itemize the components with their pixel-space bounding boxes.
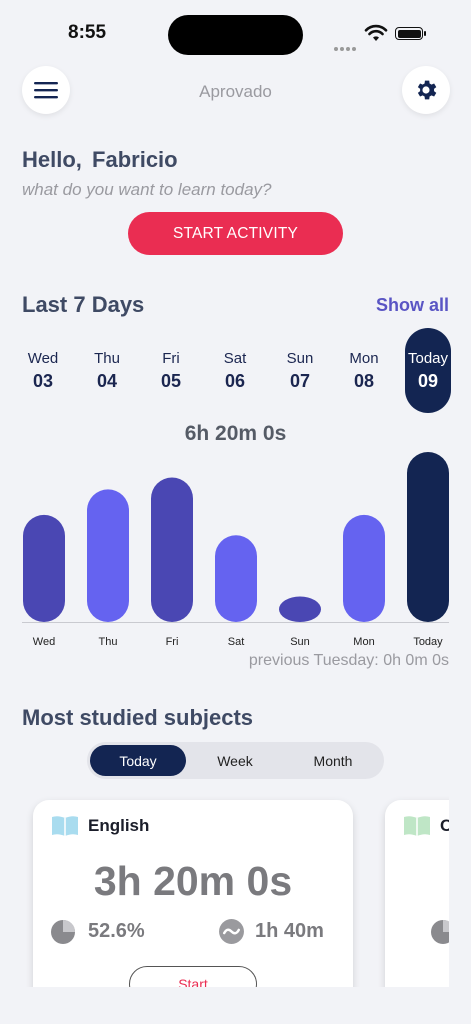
subject-name: English	[88, 816, 150, 835]
bar-sun	[279, 596, 321, 622]
user-name: Fabricio	[92, 147, 178, 172]
chart-baseline	[22, 622, 449, 623]
bar-mon	[343, 514, 385, 622]
day-name: Fri	[162, 350, 180, 367]
day-sat[interactable]: Sat 06	[212, 340, 258, 410]
pie-chart-icon	[51, 920, 75, 944]
book-icon	[404, 816, 430, 836]
day-name: Mon	[349, 350, 379, 367]
tick-label-mon: Mon	[353, 636, 374, 648]
greeting-hello: Hello,	[22, 147, 82, 172]
day-wed[interactable]: Wed 03	[20, 340, 66, 410]
show-all-link[interactable]: Show all	[376, 295, 449, 316]
settings-button[interactable]	[402, 66, 450, 114]
bar-sat	[215, 535, 257, 622]
day-date: 03	[32, 371, 54, 391]
tick-label-fri: Fri	[166, 636, 179, 648]
tick-label-sun: Sun	[290, 636, 310, 648]
period-segmented-control: Today Week Month	[87, 742, 384, 779]
day-today[interactable]: Today 09	[405, 328, 451, 413]
last-7-days-title: Last 7 Days	[22, 292, 145, 317]
subject-percentage: 52.6%	[88, 920, 145, 942]
most-studied-title: Most studied subjects	[22, 705, 254, 730]
tick-label-wed: Wed	[33, 636, 55, 648]
tab-today[interactable]: Today	[90, 745, 186, 776]
gear-icon	[417, 80, 437, 100]
subject-start-button[interactable]: Start	[129, 966, 257, 987]
bar-fri	[151, 477, 193, 622]
day-date: 08	[353, 371, 375, 391]
average-icon	[219, 919, 244, 944]
subject-cards-carousel: English 3h 20m 0s 52.6% 1h 40m Start C	[0, 790, 449, 987]
day-name: Thu	[94, 350, 120, 367]
cellular-signal-icon	[334, 38, 358, 51]
tick-label-thu: Thu	[99, 636, 118, 648]
day-fri[interactable]: Fri 05	[148, 340, 194, 410]
subject-card-next[interactable]: C	[385, 800, 449, 987]
subject-card-english[interactable]: English 3h 20m 0s 52.6% 1h 40m Start	[33, 800, 353, 987]
day-name: Sun	[286, 350, 314, 367]
bottom-area	[0, 987, 471, 1024]
subject-average: 1h 40m	[255, 920, 324, 942]
day-date: 05	[160, 371, 182, 391]
day-name: Today	[407, 350, 449, 367]
bar-today	[407, 452, 449, 622]
greeting: Hello, Fabricio	[22, 147, 178, 173]
previous-comparison: previous Tuesday: 0h 0m 0s	[248, 652, 449, 669]
day-date: 09	[417, 371, 439, 391]
bar-wed	[23, 514, 65, 622]
day-thu[interactable]: Thu 04	[84, 340, 130, 410]
day-date: 04	[96, 371, 118, 391]
tab-week[interactable]: Week	[187, 745, 283, 776]
greeting-subtitle: what do you want to learn today?	[22, 180, 272, 199]
tick-label-today: Today	[413, 636, 443, 648]
dynamic-island	[168, 15, 303, 55]
book-icon	[52, 816, 78, 836]
day-date: 06	[224, 371, 246, 391]
app-title: Aprovado	[199, 82, 272, 101]
day-name: Sat	[223, 350, 247, 367]
wifi-icon	[364, 24, 388, 42]
day-mon[interactable]: Mon 08	[341, 340, 387, 410]
tick-label-sat: Sat	[228, 636, 245, 648]
start-activity-button[interactable]: START ACTIVITY	[128, 212, 343, 255]
subject-name: C	[440, 816, 449, 835]
pie-chart-icon	[431, 920, 449, 944]
bar-thu	[87, 489, 129, 622]
battery-icon	[395, 27, 426, 40]
subject-time: 3h 20m 0s	[93, 858, 293, 904]
tab-month[interactable]: Month	[285, 745, 381, 776]
day-sun[interactable]: Sun 07	[277, 340, 323, 410]
day-name: Wed	[27, 350, 59, 367]
status-time: 8:55	[68, 22, 107, 43]
day-date: 07	[289, 371, 311, 391]
